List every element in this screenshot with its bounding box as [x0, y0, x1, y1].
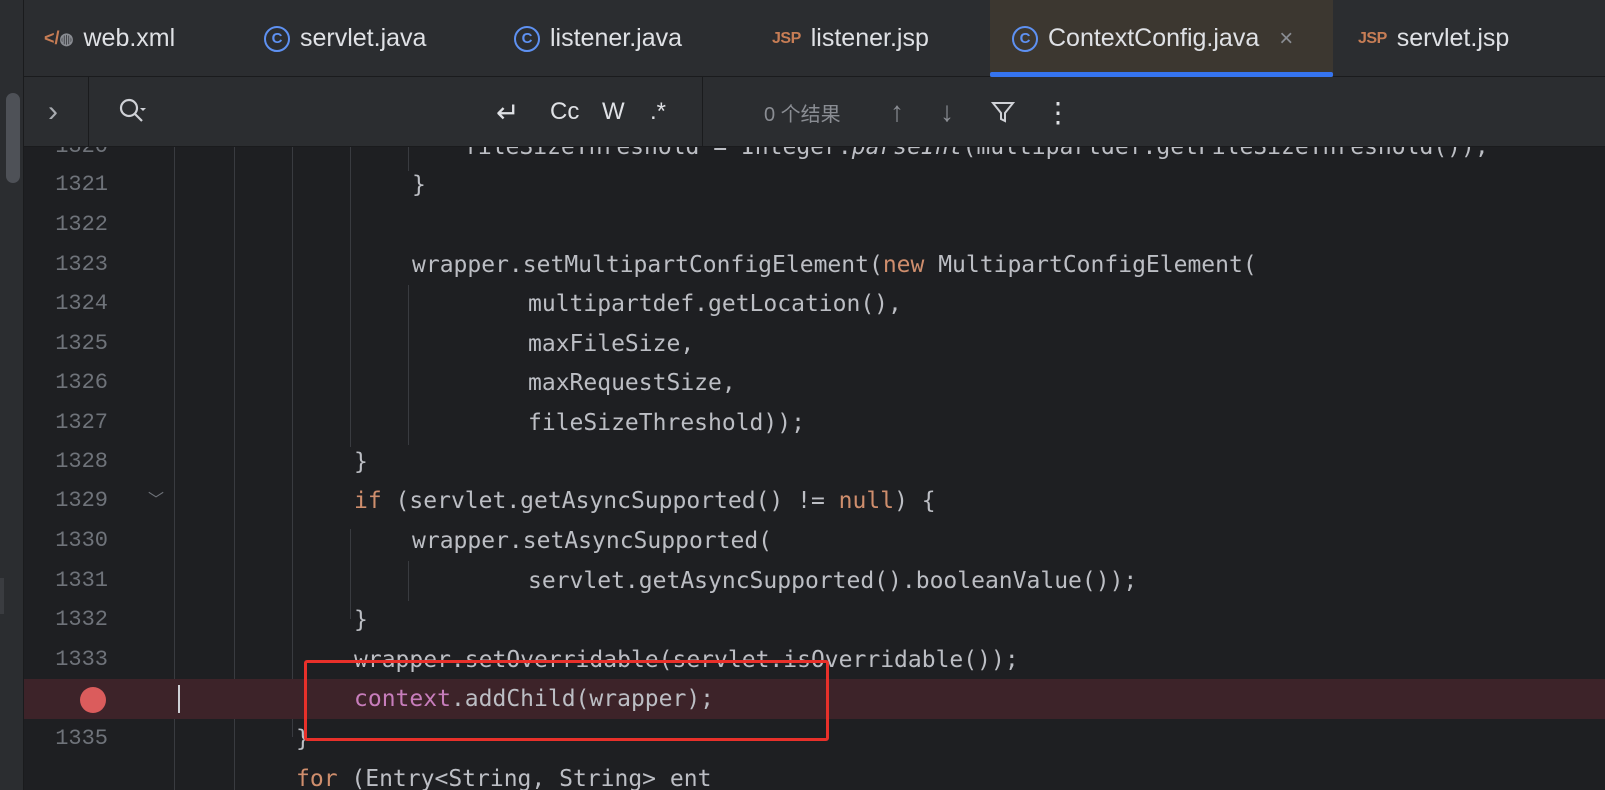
code-text: wrapper.setAsyncSupported( [412, 528, 773, 554]
code-line: 1323 wrapper.setMultipartConfigElement(n… [24, 245, 1605, 285]
code-text: maxRequestSize, [528, 370, 736, 396]
divider [88, 77, 89, 147]
search-input[interactable] [164, 95, 484, 129]
tab-label: ContextConfig.java [1048, 24, 1260, 52]
tab-servlet-java[interactable]: C servlet.java [264, 0, 426, 77]
search-icon [119, 98, 146, 122]
tab-listener-jsp[interactable]: JSP listener.jsp [772, 0, 929, 77]
line-number: 1335 [55, 726, 108, 751]
line-number: 1325 [55, 331, 108, 356]
line-number: 1328 [55, 449, 108, 474]
line-number: 1322 [55, 212, 108, 237]
code-text: fileSizeThreshold = Integer.parseInt(mul… [464, 147, 1489, 160]
code-text: servlet.getAsyncSupported().booleanValue… [528, 568, 1138, 594]
jsp-file-icon: JSP [772, 29, 801, 47]
text-caret [178, 685, 180, 713]
newline-icon: ↵ [496, 96, 520, 128]
code-line: 1329 ﹀ if (servlet.getAsyncSupported() !… [24, 481, 1605, 521]
code-text: for (Entry<String, String> ent [296, 766, 712, 790]
fold-chevron-icon[interactable]: ﹀ [148, 481, 164, 521]
regex-toggle[interactable]: .* [650, 77, 666, 147]
tab-servlet-jsp[interactable]: JSP servlet.jsp [1358, 0, 1509, 77]
tab-contextconfig-java[interactable]: C ContextConfig.java × [990, 0, 1333, 77]
newline-toggle[interactable]: ↵ [496, 77, 519, 147]
tab-label: listener.jsp [810, 24, 929, 52]
code-line: for (Entry<String, String> ent [24, 759, 1605, 790]
match-case-toggle[interactable]: Cc [550, 77, 579, 147]
tab-label: servlet.java [300, 24, 427, 52]
next-occurrence-button[interactable]: ↓ [940, 77, 954, 147]
more-options-button[interactable]: ⋮ [1044, 77, 1072, 147]
java-class-icon: C [1012, 25, 1038, 52]
code-text: fileSizeThreshold)); [528, 410, 805, 436]
code-text: multipartdef.getLocation(), [528, 291, 902, 317]
code-line: 1325 maxFileSize, [24, 324, 1605, 364]
xml-file-icon: </◍ [44, 28, 74, 48]
highlight-annotation-box [304, 660, 829, 741]
line-number: 1323 [55, 252, 108, 277]
code-line: 1327 fileSizeThreshold)); [24, 403, 1605, 443]
code-text: } [354, 449, 368, 475]
previous-occurrence-button[interactable]: ↑ [890, 77, 904, 147]
code-text: } [354, 607, 368, 633]
divider [702, 77, 703, 147]
tab-label: web.xml [83, 24, 176, 52]
line-number: 1330 [55, 528, 108, 553]
line-number: 1331 [55, 568, 108, 593]
code-line: 1328 } [24, 442, 1605, 482]
jsp-file-icon: JSP [1358, 29, 1387, 47]
tab-label: servlet.jsp [1396, 24, 1510, 52]
line-number: 1333 [55, 647, 108, 672]
line-number: 1320 [24, 147, 108, 167]
code-line: 1330 wrapper.setAsyncSupported( [24, 521, 1605, 561]
close-icon[interactable]: × [1279, 25, 1293, 53]
code-text: maxFileSize, [528, 331, 695, 357]
code-text: if (servlet.getAsyncSupported() != null)… [354, 488, 936, 514]
java-class-icon: C [514, 25, 540, 52]
code-line: 1326 maxRequestSize, [24, 363, 1605, 403]
code-text: } [412, 172, 426, 198]
java-class-icon: C [264, 25, 290, 52]
line-number: 1327 [55, 410, 108, 435]
filter-button[interactable] [990, 77, 1016, 147]
code-editor[interactable]: 1320 fileSizeThreshold = Integer.parseIn… [24, 147, 1605, 790]
search-results-count: 0 个结果 [764, 103, 841, 126]
code-line: 1332 } [24, 600, 1605, 640]
tab-web-xml[interactable]: </◍ web.xml [44, 0, 175, 77]
scrollbar-thumb[interactable] [6, 93, 20, 183]
find-bar: › ↵ Cc W .* 0 个结果 ↑ ↓ ⋮ [24, 77, 1605, 147]
line-number: 1321 [55, 172, 108, 197]
tab-listener-java[interactable]: C listener.java [514, 0, 682, 77]
tab-label: listener.java [550, 24, 683, 52]
code-line: 1322 [24, 205, 1605, 245]
line-number: 1326 [55, 370, 108, 395]
arrow-down-icon: ↓ [940, 96, 954, 127]
more-vertical-icon: ⋮ [1044, 96, 1072, 128]
side-marker [0, 578, 4, 614]
expand-replace-button[interactable]: › [48, 77, 58, 147]
arrow-up-icon: ↑ [890, 96, 904, 127]
code-line: 1331 servlet.getAsyncSupported().boolean… [24, 561, 1605, 601]
code-line: 1321 } [24, 165, 1605, 205]
breakpoint-icon[interactable] [80, 687, 106, 713]
search-history-button[interactable] [118, 77, 148, 147]
chevron-right-icon: › [48, 95, 58, 128]
code-line: 1324 multipartdef.getLocation(), [24, 284, 1605, 324]
code-text: wrapper.setMultipartConfigElement(new Mu… [412, 252, 1257, 278]
code-line: 1320 fileSizeThreshold = Integer.parseIn… [24, 147, 1605, 167]
line-number: 1324 [55, 291, 108, 316]
filter-icon [990, 102, 1016, 123]
line-number: 1332 [55, 607, 108, 632]
words-toggle[interactable]: W [602, 77, 625, 147]
left-gutter-strip [0, 0, 24, 790]
line-number: 1329 [55, 488, 108, 513]
editor-tab-bar: </◍ web.xml C servlet.java C listener.ja… [24, 0, 1605, 77]
